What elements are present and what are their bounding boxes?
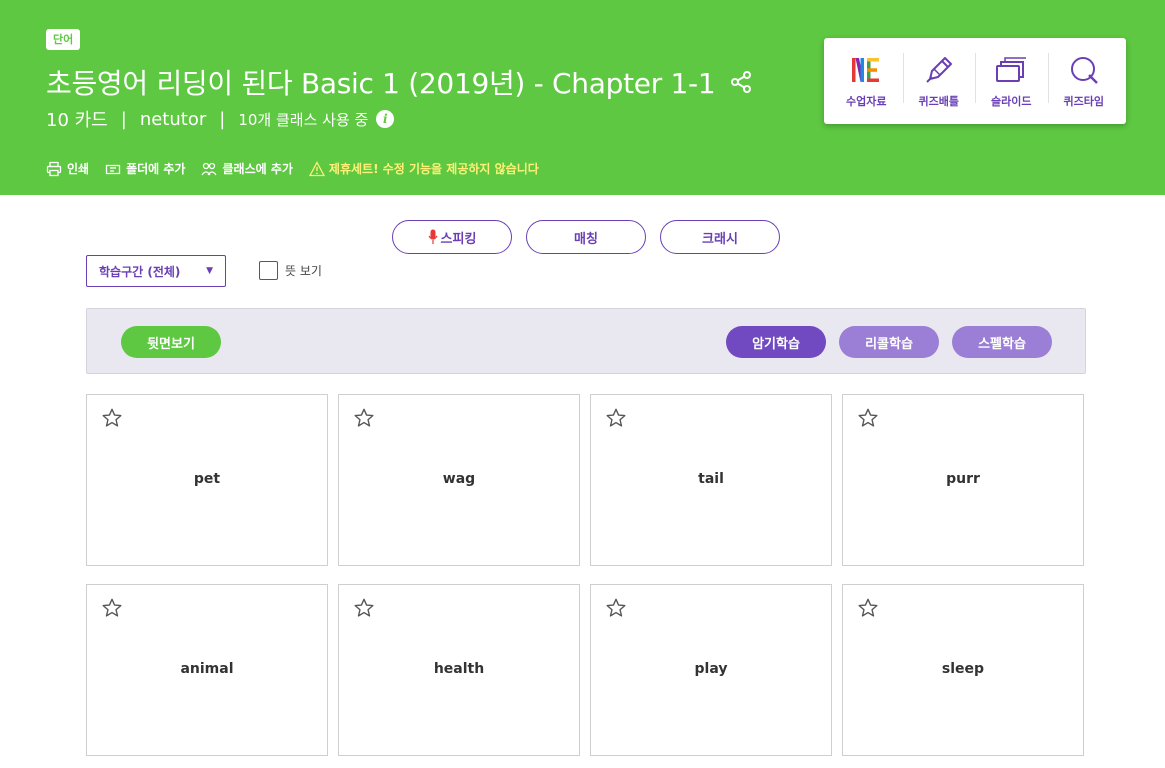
warning-icon (308, 160, 325, 176)
info-icon[interactable]: i (376, 110, 395, 128)
star-icon[interactable] (353, 597, 375, 619)
slide-tool[interactable]: 슬라이드 (975, 53, 1048, 109)
crash-button[interactable]: 크래시 (660, 220, 780, 254)
flip-cards-button[interactable]: 뒷면보기 (121, 326, 221, 358)
tools-panel: 수업자료 퀴즈배틀 슬라이드 퀴즈타임 (824, 38, 1126, 124)
memorize-study-button[interactable]: 암기학습 (726, 326, 826, 358)
page-title: 초등영어 리딩이 된다 Basic 1 (2019년) - Chapter 1-… (46, 67, 716, 100)
word-card[interactable]: health (338, 584, 580, 756)
partner-set-warning: 제휴세트! 수정 기능을 제공하지 않습니다 (308, 160, 539, 177)
study-bar: 뒷면보기 암기학습 리콜학습 스펠학습 (86, 308, 1086, 374)
microphone-icon (428, 229, 438, 244)
study-mode-buttons: 암기학습 리콜학습 스펠학습 (726, 326, 1052, 358)
show-meaning-toggle[interactable]: 뜻 보기 (259, 261, 322, 280)
word-card[interactable]: purr (842, 394, 1084, 566)
slides-icon (994, 53, 1028, 87)
q-quiz-icon (1067, 53, 1101, 87)
quiz-battle-label: 퀴즈배틀 (918, 95, 959, 108)
share-icon[interactable] (729, 70, 753, 94)
star-icon[interactable] (101, 597, 123, 619)
star-icon[interactable] (857, 597, 879, 619)
star-icon[interactable] (605, 597, 627, 619)
card-word: play (694, 661, 728, 677)
class-usage: 10개 클래스 사용 중 (238, 110, 369, 129)
show-meaning-label: 뜻 보기 (285, 264, 322, 278)
set-meta: 10 카드 | netutor | 10개 클래스 사용 중 i (46, 106, 395, 132)
card-word: tail (698, 471, 724, 487)
folder-add-icon (105, 164, 121, 174)
meta-separator: | (219, 108, 226, 130)
study-range-select[interactable]: 학습구간 (전체) ▼ (86, 255, 226, 287)
matching-label: 매칭 (574, 231, 598, 247)
meta-separator: | (120, 108, 127, 130)
matching-button[interactable]: 매칭 (526, 220, 646, 254)
card-word: wag (442, 471, 476, 487)
card-word: animal (180, 661, 234, 677)
word-card[interactable]: pet (86, 394, 328, 566)
add-folder-button[interactable]: 폴더에 추가 (105, 160, 185, 177)
study-range-value: 학습구간 (전체) (99, 264, 181, 279)
class-material-label: 수업자료 (846, 95, 887, 108)
game-modes: 스피킹 매칭 크래시 (392, 220, 780, 254)
card-word: health (433, 661, 485, 677)
speaking-button[interactable]: 스피킹 (392, 220, 512, 254)
quiz-time-tool[interactable]: 퀴즈타임 (1047, 53, 1121, 109)
slide-label: 슬라이드 (991, 95, 1032, 108)
star-icon[interactable] (101, 407, 123, 429)
caret-down-icon: ▼ (206, 266, 213, 276)
star-icon[interactable] (353, 407, 375, 429)
title-row: 초등영어 리딩이 된다 Basic 1 (2019년) - Chapter 1-… (46, 62, 753, 102)
quiz-battle-tool[interactable]: 퀴즈배틀 (902, 53, 976, 109)
word-card[interactable]: play (590, 584, 832, 756)
warning-text: 제휴세트! 수정 기능을 제공하지 않습니다 (328, 162, 539, 176)
speaking-label: 스피킹 (440, 231, 477, 247)
show-meaning-checkbox[interactable] (259, 261, 278, 280)
card-word: purr (946, 471, 980, 487)
word-card[interactable]: animal (86, 584, 328, 756)
card-word: sleep (941, 661, 985, 677)
action-row: 인쇄 폴더에 추가 클래스에 추가 제휴세트! 수정 기능을 제공하지 않습니다 (46, 160, 539, 177)
card-word: pet (193, 471, 221, 487)
word-card[interactable]: wag (338, 394, 580, 566)
quiz-time-label: 퀴즈타임 (1063, 95, 1104, 108)
add-class-button[interactable]: 클래스에 추가 (201, 160, 293, 177)
star-icon[interactable] (857, 407, 879, 429)
print-button[interactable]: 인쇄 (46, 160, 89, 177)
class-material-tool[interactable]: 수업자료 (830, 53, 903, 109)
word-card[interactable]: tail (590, 394, 832, 566)
print-label: 인쇄 (67, 162, 90, 176)
crash-label: 크래시 (702, 231, 738, 247)
add-class-label: 클래스에 추가 (222, 162, 293, 176)
recall-study-button[interactable]: 리콜학습 (839, 326, 939, 358)
battle-pencil-icon (922, 53, 956, 87)
users-icon (201, 162, 218, 175)
author-link[interactable]: netutor (140, 109, 206, 130)
type-badge: 단어 (46, 29, 81, 50)
spell-study-button[interactable]: 스펠학습 (952, 326, 1052, 358)
add-folder-label: 폴더에 추가 (126, 162, 186, 176)
printer-icon (46, 161, 62, 176)
card-count: 10 카드 (46, 110, 108, 131)
ne-logo-icon (849, 53, 883, 87)
word-card[interactable]: sleep (842, 584, 1084, 756)
star-icon[interactable] (605, 407, 627, 429)
